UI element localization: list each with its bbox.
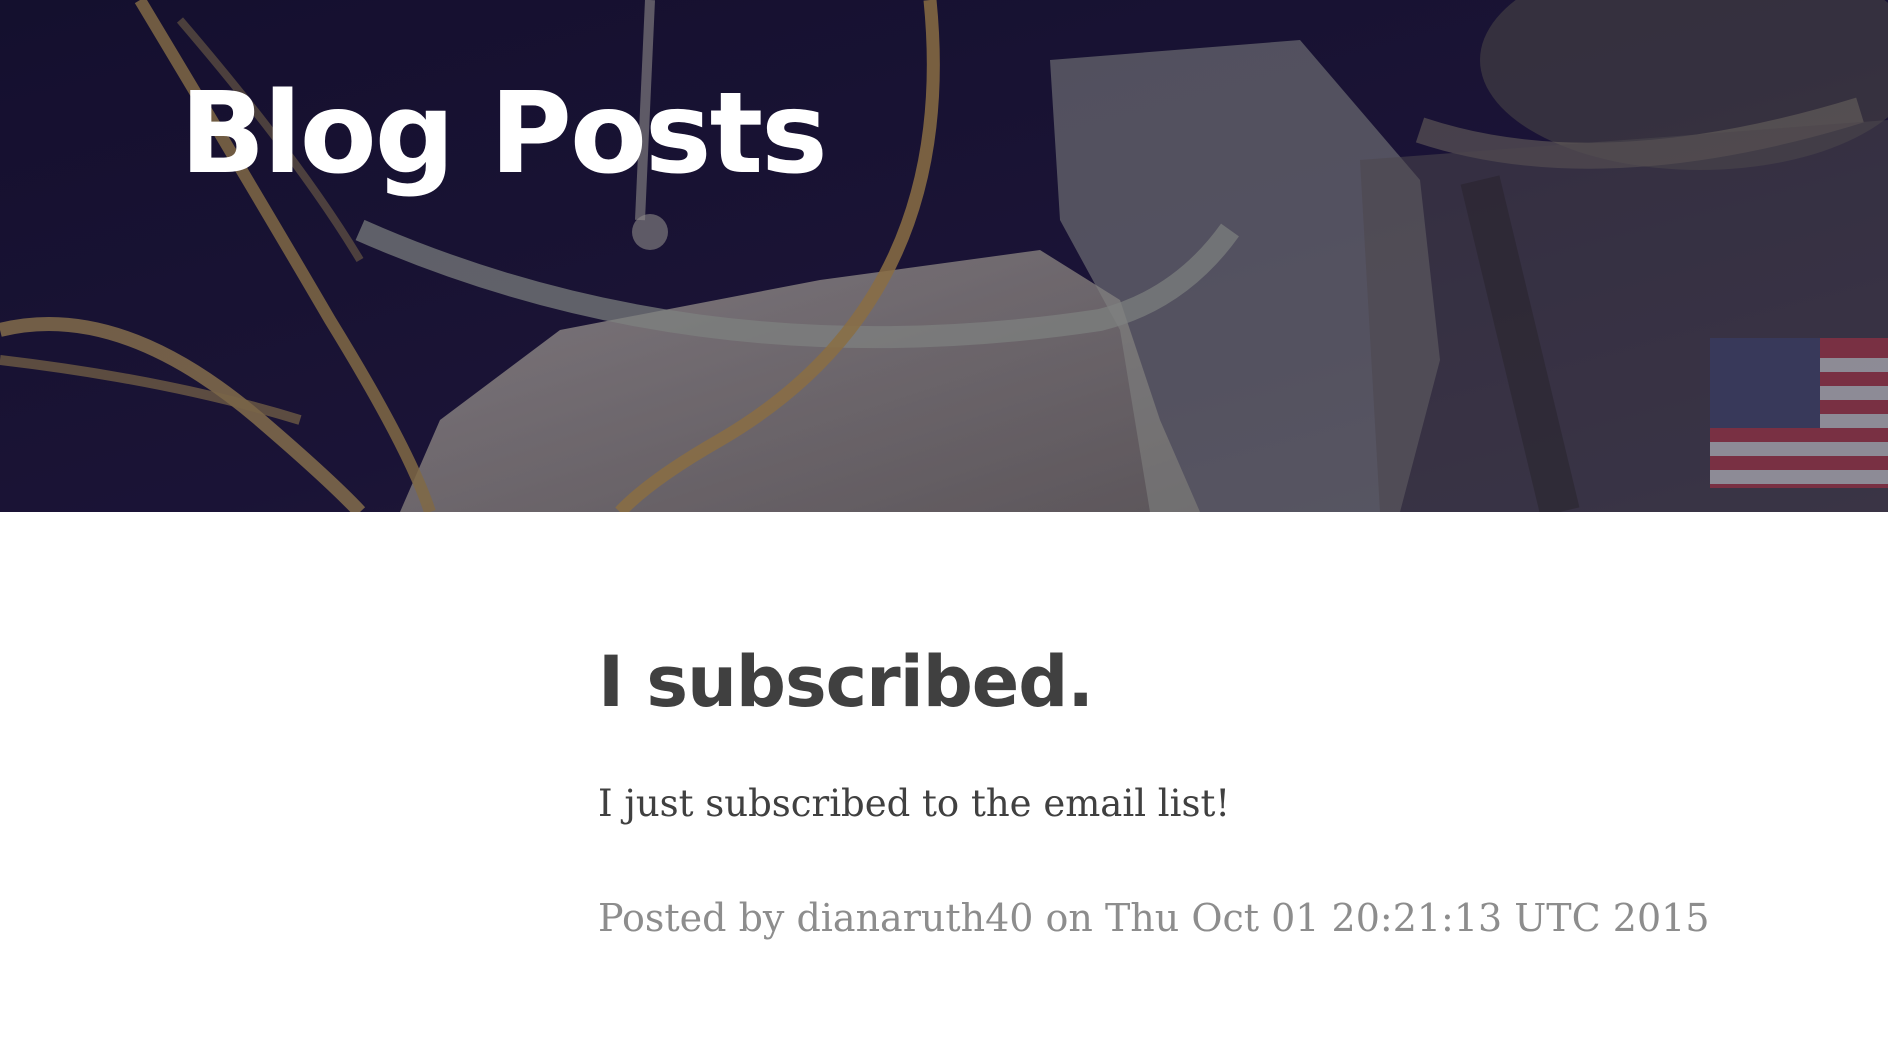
hero-header: Blog Posts [0,0,1888,512]
post-title: I subscribed. [598,641,1094,723]
post-body: I just subscribed to the email list! [598,782,1231,825]
post-meta: Posted by dianaruth40 on Thu Oct 01 20:2… [598,896,1710,941]
blog-post: I subscribed. I just subscribed to the e… [598,640,1718,942]
page-title: Blog Posts [180,69,828,199]
